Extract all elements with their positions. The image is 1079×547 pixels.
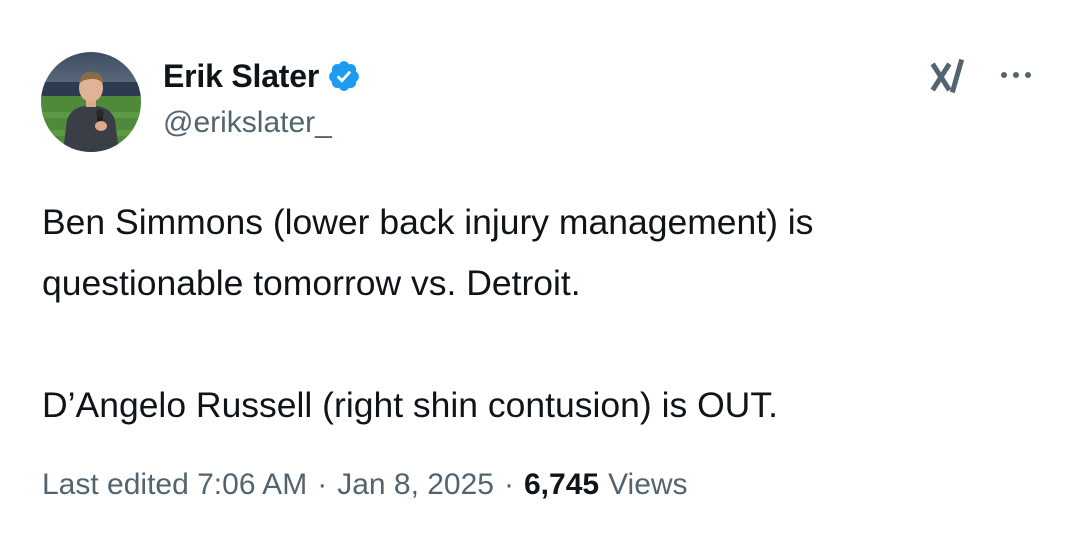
tweet-text-line: D’Angelo Russell (right shin contusion) … (42, 385, 778, 425)
views-count[interactable]: 6,745 (524, 468, 599, 502)
profile-photo (41, 52, 141, 152)
views-label: Views (608, 468, 688, 501)
more-options-icon[interactable] (998, 66, 1034, 84)
author-name-row: Erik Slater (163, 54, 361, 98)
verified-badge-icon[interactable] (327, 59, 361, 93)
tweet-text-line: Ben Simmons (lower back injury managemen… (42, 202, 814, 242)
tweet-text-line: questionable tomorrow vs. Detroit. (42, 263, 581, 303)
grok-icon[interactable] (930, 58, 970, 94)
author-handle[interactable]: @erikslater_ (163, 106, 332, 140)
tweet-date-link[interactable]: Jan 8, 2025 (337, 468, 494, 502)
tweet-card: Erik Slater @erikslater_ Ben Simmons (lo… (0, 0, 1079, 547)
tweet-text: Ben Simmons (lower back injury managemen… (42, 192, 1042, 436)
edited-time-link[interactable]: Last edited 7:06 AM (42, 468, 307, 502)
avatar[interactable] (41, 52, 141, 152)
author-display-name[interactable]: Erik Slater (163, 58, 319, 95)
meta-separator: · (317, 468, 328, 501)
tweet-meta: Last edited 7:06 AM · Jan 8, 2025 · 6,74… (42, 468, 688, 502)
meta-separator: · (503, 468, 514, 501)
